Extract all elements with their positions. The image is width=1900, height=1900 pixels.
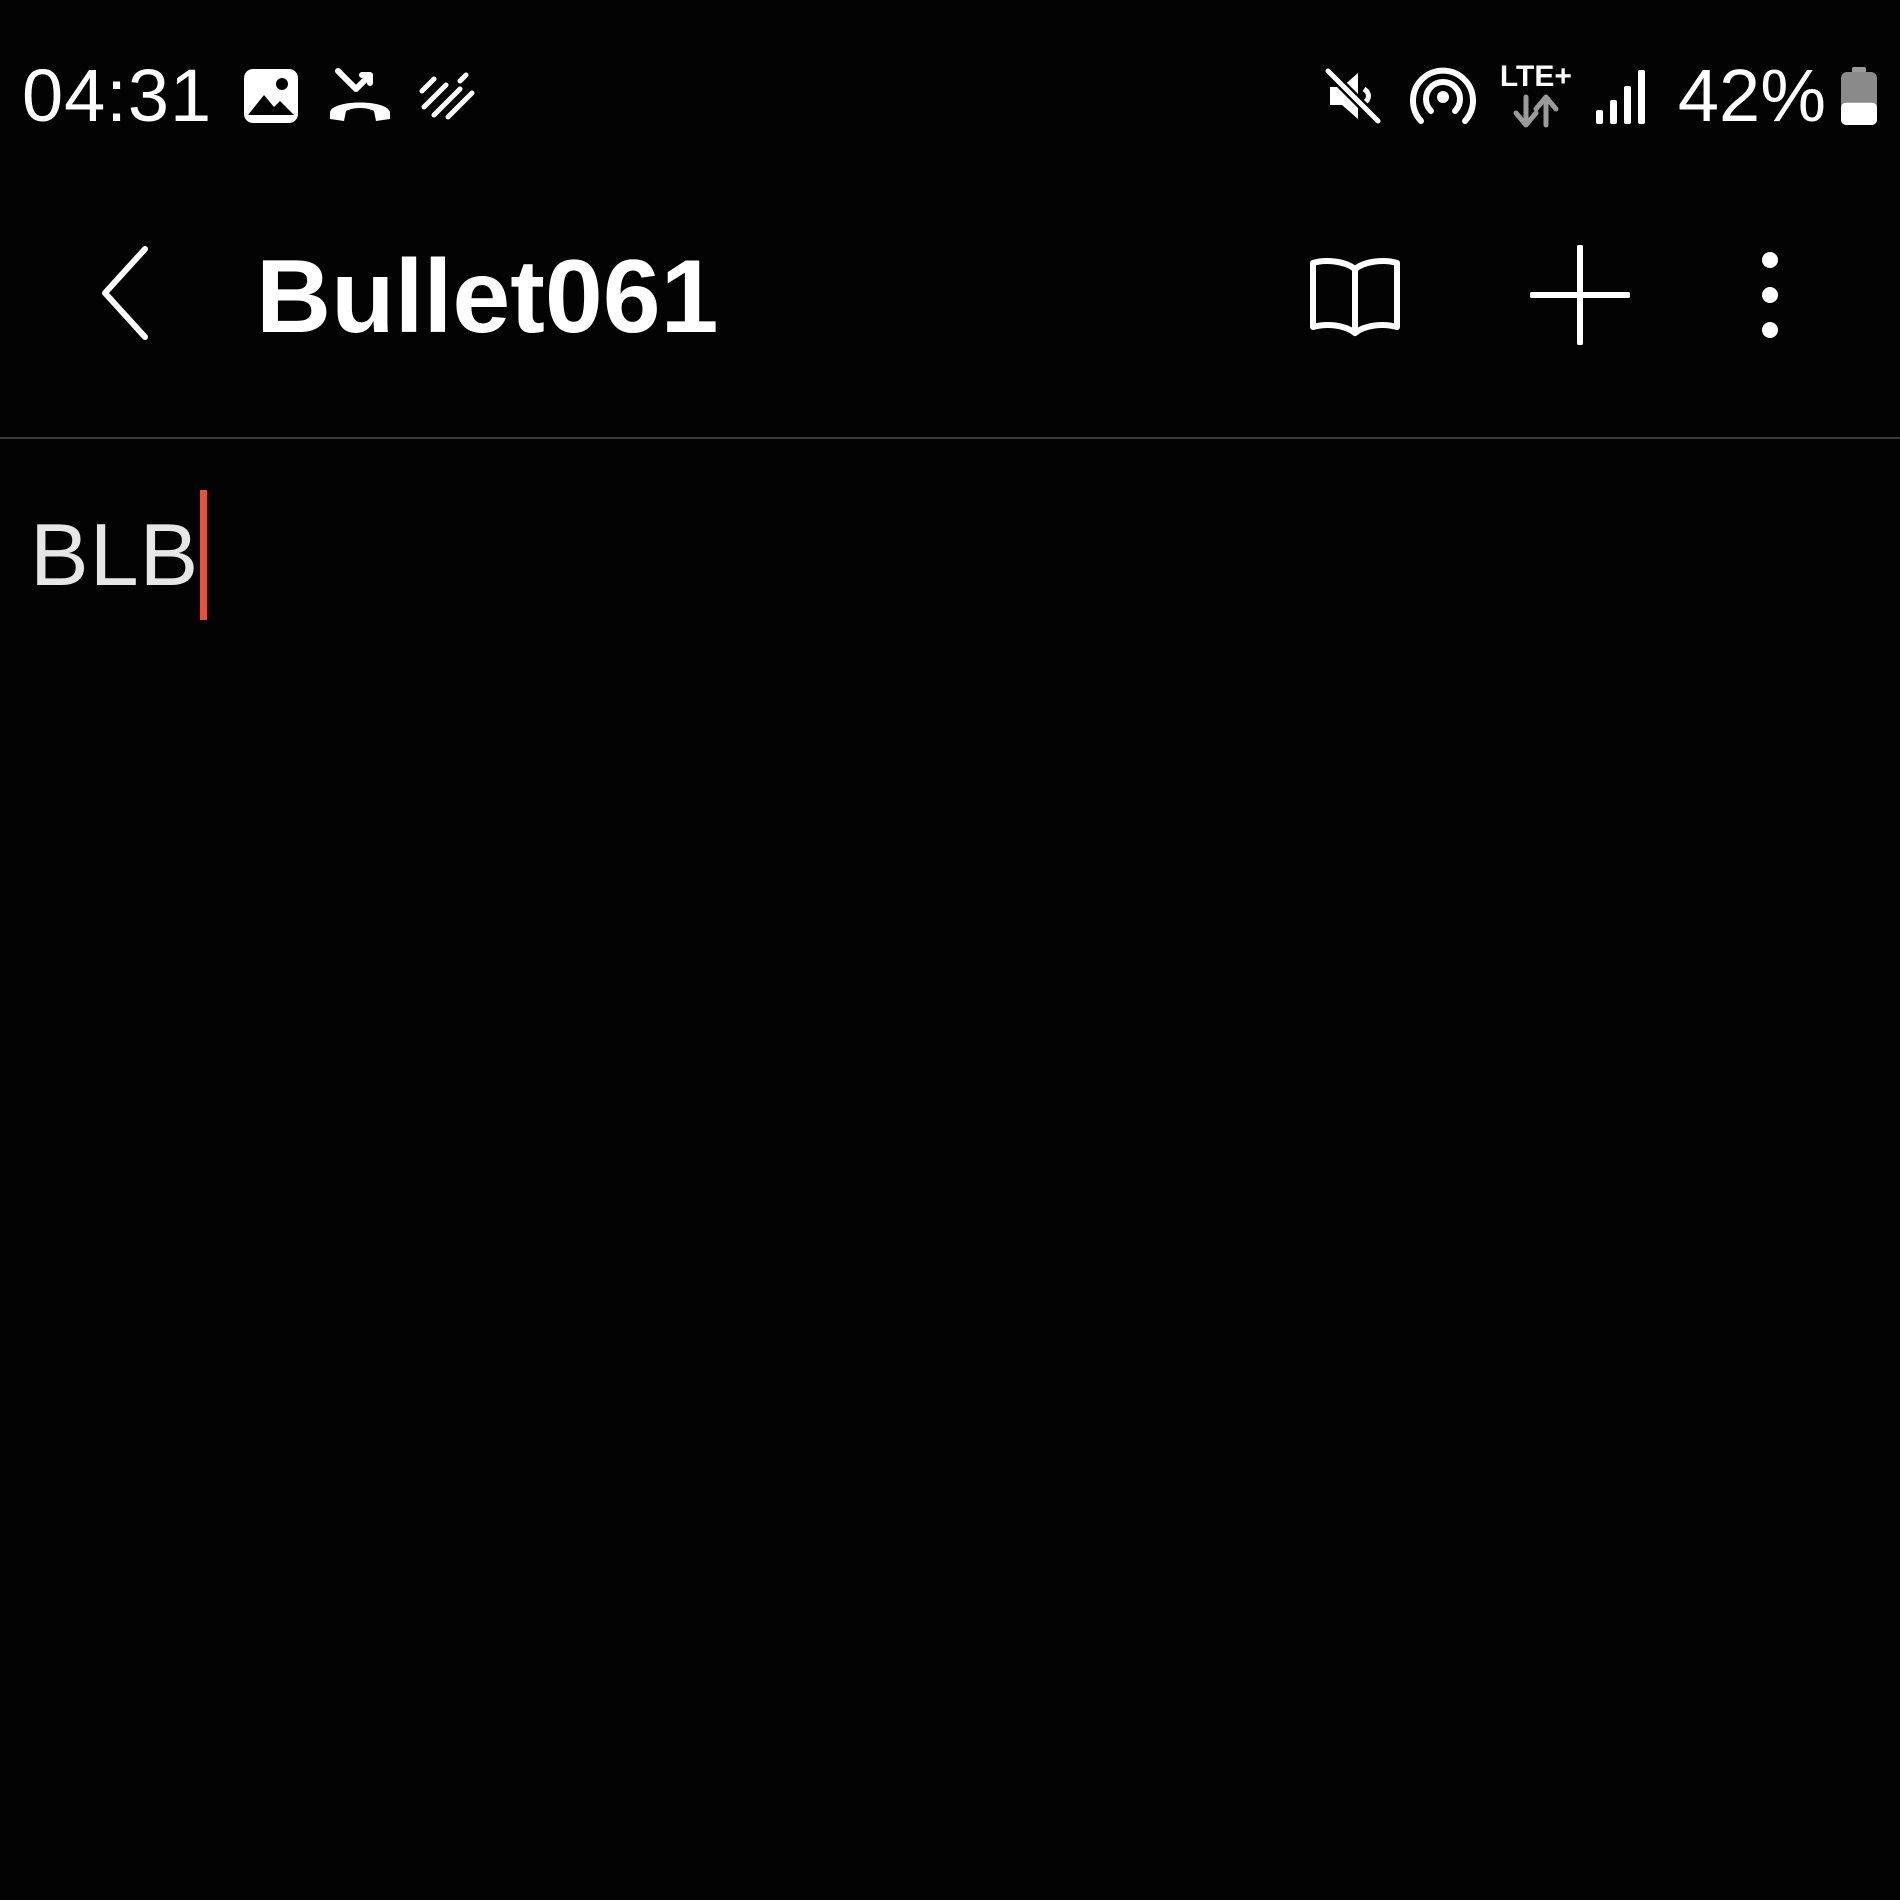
back-button[interactable] [80,238,170,348]
more-options-button[interactable] [1720,235,1820,355]
hotspot-icon [1409,67,1476,124]
signal-icon [1595,70,1645,124]
text-cursor [200,490,208,620]
reading-mode-icon [1310,258,1400,336]
mute-icon [1322,66,1383,126]
data-saver-icon [419,72,475,120]
add-icon [1530,245,1630,345]
back-icon [102,246,148,340]
battery-icon [1841,67,1877,125]
add-button[interactable] [1515,235,1645,355]
app-bar-divider [0,437,1900,439]
network-type-label: LTE+ [1499,60,1572,93]
more-options-icon [1762,252,1778,338]
screen: 04:31 LTE+ 42% Bullet061 BLB [0,0,1900,1900]
note-content[interactable]: BLB [30,490,199,620]
battery-percent: 42% [1677,54,1826,137]
status-bar: 04:31 LTE+ 42% [0,0,1900,190]
data-transfer-arrows-icon [1513,94,1559,128]
reading-mode-button[interactable] [1290,242,1420,352]
status-right: LTE+ 42% [1320,52,1880,140]
app-bar: Bullet061 [0,190,1900,438]
gallery-icon [244,69,299,123]
status-left: 04:31 [22,52,478,140]
missed-call-icon [330,68,391,121]
note-title: Bullet061 [256,239,719,355]
status-time: 04:31 [22,54,213,137]
lte-icon: LTE+ [1496,61,1576,131]
note-editor[interactable]: BLB [30,490,1870,1870]
